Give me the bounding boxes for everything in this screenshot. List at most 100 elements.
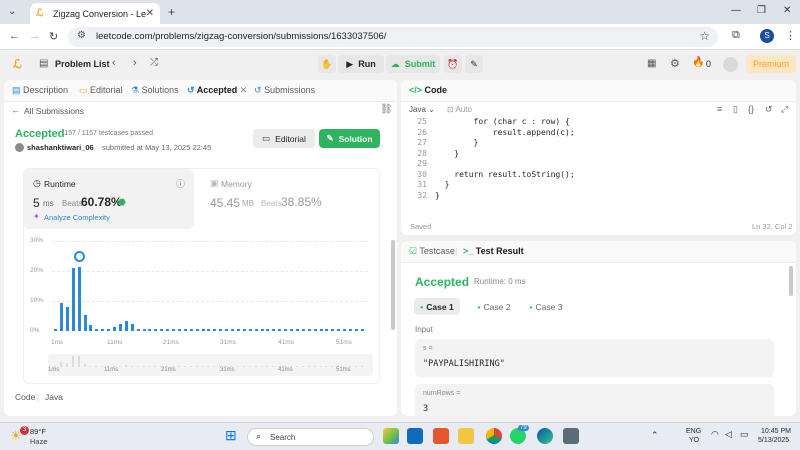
chart-bar[interactable] <box>177 328 181 331</box>
outlook-icon[interactable] <box>407 428 423 444</box>
chart-bar[interactable] <box>260 328 264 331</box>
left-scrollbar[interactable] <box>391 240 395 330</box>
keyboard-layout[interactable]: YO <box>689 437 699 444</box>
wifi-icon[interactable]: ◠ <box>711 429 719 440</box>
list-icon[interactable]: ▤ <box>39 58 48 69</box>
language-code[interactable]: ENG <box>686 428 701 435</box>
chart-bar[interactable] <box>213 328 217 331</box>
tab-editorial[interactable]: ▭ Editorial <box>79 85 123 96</box>
chart-bar[interactable] <box>331 328 335 331</box>
submit-button[interactable]: ☁ Submit <box>386 55 440 73</box>
test-result-tab[interactable]: >_ Test Result <box>463 246 524 256</box>
tab-solutions[interactable]: ⚗ Solutions <box>131 85 179 96</box>
chrome-icon[interactable] <box>486 428 502 444</box>
memory-label[interactable]: Memory <box>221 179 252 189</box>
edge-icon[interactable] <box>537 428 553 444</box>
testcase-tab[interactable]: ☑ Testcase <box>409 246 455 257</box>
tab-search-icon[interactable]: ⌄ <box>8 6 20 18</box>
chart-bar[interactable] <box>319 328 323 331</box>
chart-bar[interactable] <box>160 328 164 331</box>
chart-bar[interactable] <box>166 328 170 331</box>
expand-icon[interactable]: ⤢ <box>781 104 788 115</box>
minimize-icon[interactable]: — <box>731 5 741 16</box>
chart-bar[interactable] <box>254 328 258 331</box>
file-explorer-icon[interactable] <box>458 428 474 444</box>
leetcode-logo-icon[interactable]: ℒ <box>13 57 22 71</box>
start-windows-icon[interactable]: ⊞ <box>225 427 237 444</box>
current-submission-marker[interactable] <box>73 250 85 262</box>
notes-icon[interactable]: ≡ <box>717 104 722 114</box>
chart-bar[interactable] <box>248 328 252 331</box>
tab-description[interactable]: ▤ Description <box>12 85 68 96</box>
braces-icon[interactable]: {} <box>748 104 754 114</box>
code-line[interactable]: } <box>435 191 440 200</box>
chart-bar[interactable] <box>354 328 358 331</box>
chart-bar[interactable] <box>349 328 352 331</box>
clock-time[interactable]: 10:45 PM <box>761 428 791 435</box>
chart-bar[interactable] <box>307 328 311 331</box>
chart-bar[interactable] <box>154 328 158 331</box>
taskbar-app-icon[interactable] <box>383 428 399 444</box>
chart-bar[interactable] <box>207 328 211 331</box>
code-line[interactable]: } <box>435 138 479 147</box>
url-text[interactable]: leetcode.com/problems/zigzag-conversion/… <box>96 31 386 42</box>
chart-bar[interactable] <box>301 328 305 331</box>
chart-bar[interactable] <box>118 323 122 331</box>
timer-button[interactable]: ⏰ <box>444 55 462 73</box>
bookmark-icon[interactable]: ▯ <box>733 104 738 115</box>
chart-bar[interactable] <box>236 328 240 331</box>
notes-button[interactable]: ✎ <box>465 55 483 73</box>
chart-range-selector[interactable]: 1ms 11ms 21ms 31ms 41ms 51ms <box>48 354 373 376</box>
chart-bar[interactable] <box>284 328 288 331</box>
weather-widget[interactable]: ☀ 3 89°F Haze <box>10 426 70 448</box>
chart-bar[interactable] <box>278 328 282 331</box>
chart-bar[interactable] <box>54 328 57 331</box>
new-tab-icon[interactable]: + <box>168 5 175 19</box>
chart-bar[interactable] <box>113 326 116 331</box>
chart-bar[interactable] <box>71 268 75 331</box>
reset-icon[interactable]: ↺ <box>765 104 773 115</box>
code-area[interactable]: 25 for (char c : row) {26 result.append(… <box>401 117 796 203</box>
prev-problem-icon[interactable]: ‹ <box>112 57 116 69</box>
code-line[interactable]: } <box>435 149 459 158</box>
chart-bar[interactable] <box>77 266 81 331</box>
back-arrow-icon[interactable]: ← <box>11 105 20 115</box>
chart-bar[interactable] <box>89 325 93 331</box>
chart-bar[interactable] <box>59 302 63 331</box>
chart-bar[interactable] <box>101 328 105 331</box>
chart-bar[interactable] <box>107 328 111 331</box>
code-line[interactable]: for (char c : row) { <box>435 117 570 126</box>
case-3-button[interactable]: • Case 3 <box>523 298 569 315</box>
tab-submissions[interactable]: ↺ Submissions <box>254 85 315 96</box>
clock-date[interactable]: 5/13/2025 <box>758 437 789 444</box>
settings-gear-icon[interactable]: ⚙ <box>670 57 680 70</box>
battery-icon[interactable]: ▭ <box>740 429 749 440</box>
run-button[interactable]: ▶ Run <box>338 55 384 73</box>
chart-bar[interactable] <box>225 328 229 331</box>
chart-bar[interactable] <box>242 328 246 331</box>
chart-bar[interactable] <box>142 328 146 331</box>
chart-bar[interactable] <box>65 307 69 331</box>
chart-bar[interactable] <box>360 328 364 331</box>
office-icon[interactable] <box>433 428 449 444</box>
chart-bar[interactable] <box>266 328 270 331</box>
chart-bar[interactable] <box>172 328 175 331</box>
chart-bar[interactable] <box>272 328 276 331</box>
user-avatar[interactable] <box>723 57 738 72</box>
code-line[interactable]: } <box>435 180 450 189</box>
taskbar-search[interactable]: ⌕ Search <box>247 428 374 446</box>
problem-list-link[interactable]: Problem List <box>55 59 110 69</box>
chart-bar[interactable] <box>136 328 140 331</box>
close-tab-icon[interactable]: ✕ <box>146 8 154 19</box>
chart-bar[interactable] <box>189 328 193 331</box>
profile-avatar[interactable]: S <box>760 29 774 43</box>
layout-icon[interactable]: ▦ <box>647 58 656 69</box>
chart-bar[interactable] <box>148 328 152 331</box>
back-icon[interactable]: ← <box>9 30 20 42</box>
chart-bar[interactable] <box>130 323 134 331</box>
chart-bar[interactable] <box>343 328 347 331</box>
close-window-icon[interactable]: ✕ <box>783 5 791 16</box>
browser-tab[interactable]: ℒ Zigzag Conversion - LeetCode ✕ <box>30 3 160 24</box>
language-select[interactable]: Java ⌄ <box>409 105 435 114</box>
reload-icon[interactable]: ↻ <box>49 30 58 43</box>
